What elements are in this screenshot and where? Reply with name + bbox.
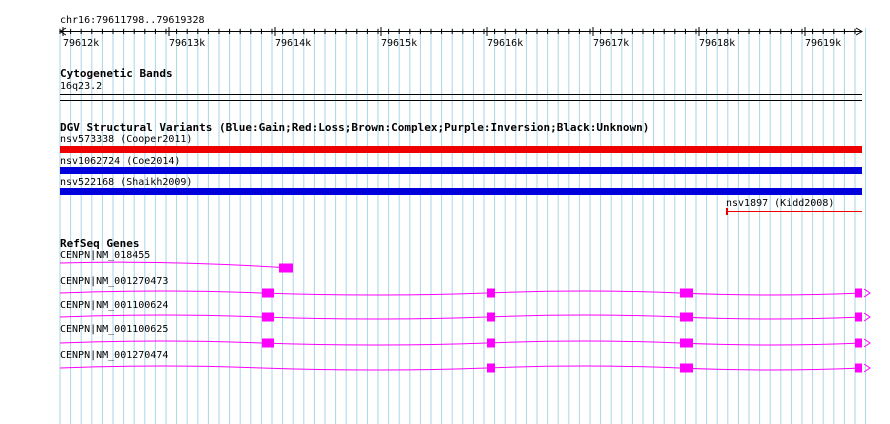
strand-arrow <box>863 312 871 322</box>
exon-block <box>680 338 693 348</box>
transcript-intron-line <box>59 340 863 346</box>
transcript-intron-line <box>59 314 863 320</box>
exon-block <box>487 288 495 298</box>
transcript-intron-line <box>59 365 863 371</box>
strand-arrow <box>863 288 871 298</box>
exon-block <box>279 263 293 273</box>
exon-block <box>487 312 495 322</box>
exon-block <box>487 363 495 373</box>
exon-block <box>680 363 693 373</box>
strand-arrow <box>863 363 871 373</box>
refseq-track <box>59 261 871 373</box>
exon-block <box>487 338 495 348</box>
exon-block <box>855 312 862 322</box>
transcript-intron-line <box>59 261 291 269</box>
exon-block <box>262 312 274 322</box>
exon-block <box>855 363 862 373</box>
exon-block <box>262 338 274 348</box>
exon-block <box>262 288 274 298</box>
exon-block <box>680 288 693 298</box>
exon-block <box>855 288 862 298</box>
exon-block <box>855 338 862 348</box>
strand-arrow <box>863 338 871 348</box>
genome-browser-view: chr16:79611798..79619328 79612k 79613k 796… <box>0 0 890 424</box>
transcript-intron-line <box>59 290 863 296</box>
exon-block <box>680 312 693 322</box>
